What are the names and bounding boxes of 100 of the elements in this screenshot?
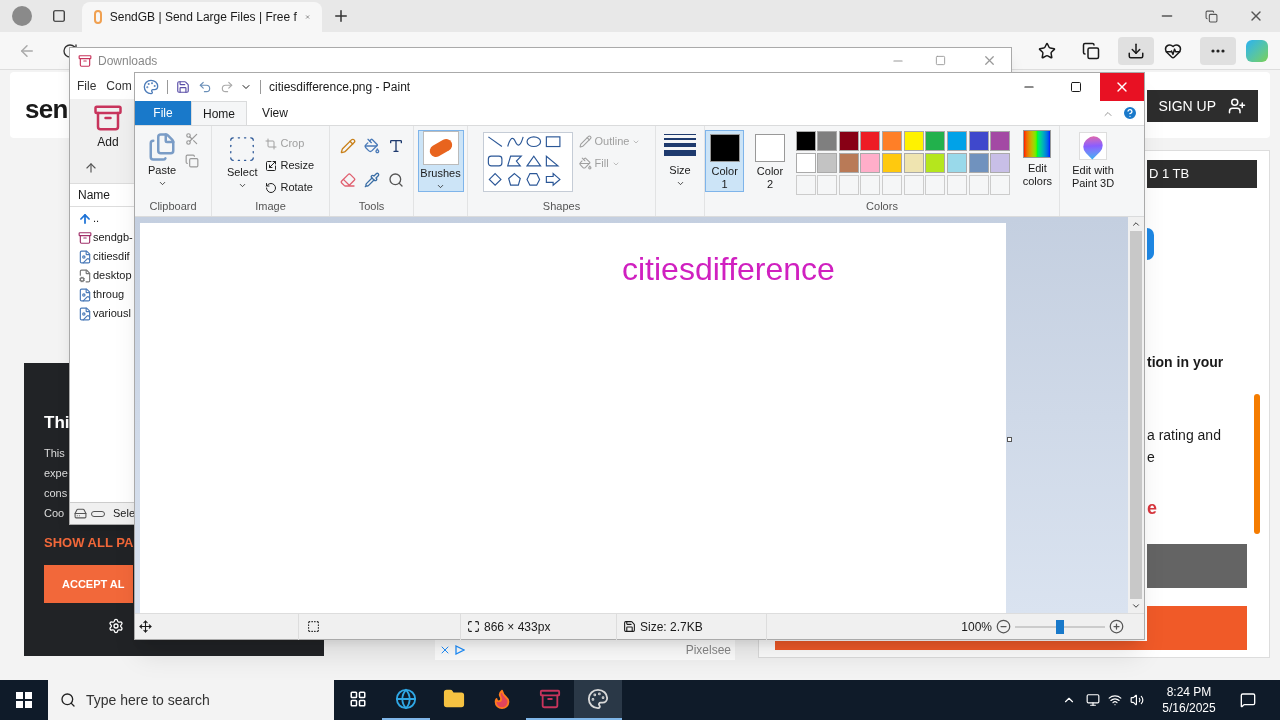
- palette-swatch[interactable]: [903, 131, 924, 151]
- file-name[interactable]: variousl: [93, 305, 131, 322]
- palette-swatch[interactable]: [925, 153, 946, 173]
- palette-swatch[interactable]: [817, 153, 838, 173]
- group-label: Shapes: [542, 198, 581, 214]
- image-tool-button[interactable]: Resize: [265, 156, 315, 175]
- file-name[interactable]: throug: [93, 286, 125, 303]
- notifications-icon[interactable]: [1240, 692, 1256, 708]
- palette-swatch[interactable]: [795, 153, 816, 173]
- palette-swatch[interactable]: [860, 153, 881, 173]
- file-name[interactable]: citiesdif: [93, 248, 130, 265]
- palette-swatch[interactable]: [990, 153, 1011, 173]
- zoom-slider[interactable]: [1015, 618, 1105, 635]
- color-slot-button[interactable]: Color 2: [750, 130, 790, 192]
- menu-item[interactable]: Com: [106, 77, 132, 95]
- show-all-link[interactable]: SHOW ALL PA: [44, 533, 134, 553]
- restore-icon[interactable]: [1205, 9, 1218, 23]
- image-tool-button[interactable]: Rotate: [265, 178, 315, 197]
- text-icon[interactable]: [387, 138, 404, 154]
- tab-actions-icon[interactable]: [52, 9, 66, 23]
- magnifier-icon[interactable]: [387, 171, 404, 188]
- network-icon[interactable]: [1108, 693, 1122, 707]
- palette-swatch[interactable]: [968, 153, 989, 173]
- palette-swatch[interactable]: [903, 153, 924, 173]
- link-text[interactable]: e: [1147, 495, 1157, 522]
- banner-text: This: [44, 446, 66, 461]
- eraser-icon[interactable]: [339, 171, 356, 188]
- up-icon[interactable]: [84, 161, 98, 175]
- clock[interactable]: 8:24 PM 5/16/2025: [1154, 684, 1224, 716]
- slider-thumb[interactable]: [1056, 619, 1064, 634]
- palette-swatch[interactable]: [838, 131, 859, 151]
- settings-icon[interactable]: [108, 618, 124, 634]
- palette-swatch[interactable]: [882, 153, 903, 173]
- file-name[interactable]: ..: [93, 210, 100, 227]
- close-button[interactable]: [1100, 73, 1144, 101]
- profile-avatar[interactable]: [12, 6, 32, 26]
- favorites-icon[interactable]: [1038, 41, 1056, 60]
- scrollbar[interactable]: [1128, 217, 1144, 613]
- help-icon[interactable]: [1122, 105, 1138, 121]
- new-tab-icon[interactable]: [332, 7, 350, 25]
- assistant-icon[interactable]: [1246, 39, 1268, 62]
- select-button[interactable]: Select: [226, 134, 258, 190]
- downloads-button[interactable]: [1118, 36, 1154, 65]
- round-button[interactable]: [1147, 228, 1154, 260]
- column-header[interactable]: Name: [78, 186, 110, 204]
- redo-icon[interactable]: [220, 80, 234, 94]
- size-button[interactable]: Size: [664, 134, 696, 188]
- scroll-down-icon[interactable]: [1131, 601, 1141, 611]
- add-button[interactable]: Add: [86, 103, 130, 151]
- palette-swatch[interactable]: [946, 153, 967, 173]
- brushes-button[interactable]: Brushes: [417, 130, 464, 192]
- scroll-thumb[interactable]: [1130, 231, 1142, 599]
- more-button[interactable]: [1200, 36, 1236, 65]
- search-field[interactable]: Type here to search: [48, 680, 334, 720]
- copy-icon[interactable]: [185, 154, 199, 168]
- palette-swatch[interactable]: [860, 131, 881, 151]
- color-picker-icon[interactable]: [363, 171, 380, 188]
- ribbon-tab[interactable]: Home: [191, 101, 247, 125]
- volume-icon[interactable]: [1130, 693, 1144, 707]
- pencil-icon[interactable]: [339, 138, 356, 154]
- health-icon[interactable]: [1164, 41, 1182, 60]
- scroll-up-icon[interactable]: [1131, 219, 1141, 229]
- collections-icon[interactable]: [1082, 41, 1100, 60]
- close-icon[interactable]: [982, 53, 997, 68]
- color-slot-button[interactable]: Color 1: [705, 130, 745, 192]
- palette-swatch[interactable]: [968, 131, 989, 151]
- file-menu[interactable]: File: [135, 101, 191, 125]
- maximize-icon[interactable]: [1070, 81, 1082, 93]
- palette-swatch[interactable]: [817, 131, 838, 151]
- download-icon: [1127, 41, 1145, 60]
- file-name[interactable]: desktop: [93, 267, 132, 284]
- scrollbar-thumb[interactable]: [1254, 394, 1260, 534]
- line-width-icon: [664, 134, 696, 156]
- fill-icon[interactable]: [363, 138, 380, 154]
- canvas[interactable]: citiesdifference: [140, 223, 1006, 613]
- taskbar-app[interactable]: [574, 680, 622, 720]
- palette-swatch[interactable]: [925, 131, 946, 151]
- palette-swatch[interactable]: [838, 153, 859, 173]
- close-icon[interactable]: [439, 644, 451, 656]
- palette-swatch[interactable]: [946, 131, 967, 151]
- file-name[interactable]: sendgb-: [93, 229, 133, 246]
- zoom-in-icon[interactable]: [1109, 619, 1124, 634]
- site-logo[interactable]: sen: [25, 90, 68, 129]
- resize-handle[interactable]: [1007, 437, 1012, 442]
- zoom-out-icon[interactable]: [996, 619, 1011, 634]
- browser-tab[interactable]: SendGB | Send Large Files | Free f: [82, 2, 322, 32]
- edit-colors-button[interactable]: Edit colors: [1015, 130, 1059, 188]
- paint-3d-button[interactable]: Edit with Paint 3D: [1060, 126, 1126, 216]
- undo-icon[interactable]: [198, 80, 212, 94]
- palette-swatch[interactable]: [795, 131, 816, 151]
- palette-icon: [587, 688, 609, 710]
- shapes-gallery[interactable]: [482, 132, 573, 192]
- menu-item[interactable]: File: [77, 77, 97, 95]
- signup-button[interactable]: SIGN UP: [1147, 90, 1258, 122]
- paste-button[interactable]: Paste: [147, 132, 177, 188]
- cut-icon[interactable]: [185, 132, 199, 146]
- palette-swatch[interactable]: [882, 131, 903, 151]
- device-icon[interactable]: [1086, 693, 1100, 707]
- save-icon[interactable]: [176, 80, 190, 94]
- palette-swatch[interactable]: [990, 131, 1011, 151]
